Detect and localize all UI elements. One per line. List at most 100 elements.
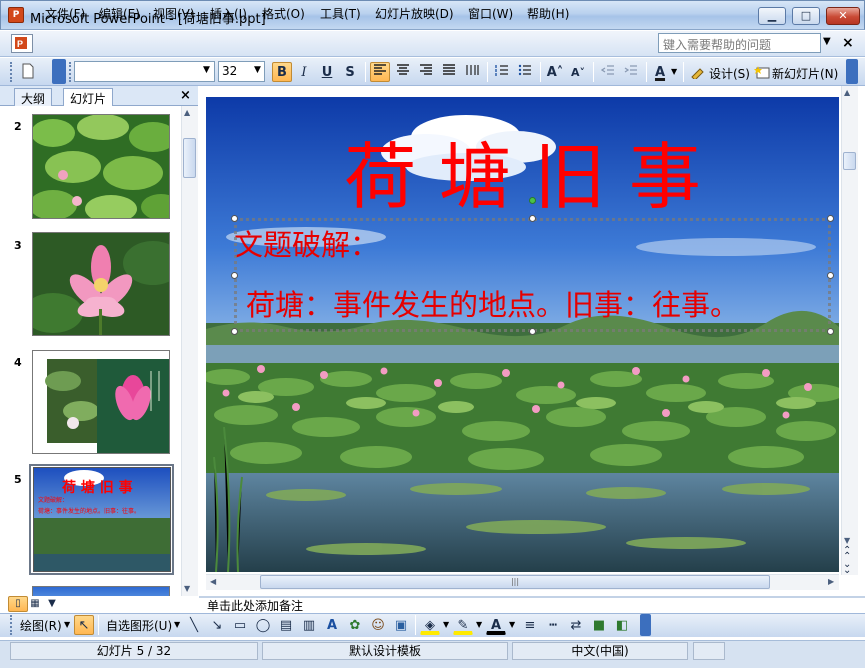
underline-button[interactable]: U <box>317 62 337 82</box>
decrease-indent-icon[interactable] <box>598 62 618 82</box>
menu-window[interactable]: 窗口(W) <box>468 5 513 22</box>
minimize-button[interactable]: ▁ <box>758 7 786 25</box>
status-language[interactable]: 中文(中国) <box>512 642 688 660</box>
current-slide[interactable]: 荷 塘 旧 事 文题破解： 荷塘：事件发生的地点。旧事：往事。 <box>206 97 839 572</box>
italic-button[interactable]: I <box>294 62 314 82</box>
chevron-down-icon[interactable]: ▼ <box>203 65 210 75</box>
picture-icon[interactable]: ▣ <box>391 615 411 635</box>
scroll-down-icon[interactable]: ▼ <box>184 584 190 593</box>
pane-scrollbar[interactable] <box>181 106 198 596</box>
chevron-down-icon[interactable]: ▼ <box>476 620 482 629</box>
select-pointer-icon[interactable]: ↖ <box>74 615 94 635</box>
toolbar-options-icon[interactable] <box>640 614 651 636</box>
menu-tools[interactable]: 工具(T) <box>320 5 361 22</box>
new-slide-button[interactable]: 新幻灯片(N) <box>772 65 838 82</box>
arrow-style-icon[interactable]: ⇄ <box>566 615 586 635</box>
document-icon[interactable]: P <box>11 34 33 53</box>
menu-insert[interactable]: 插入(I) <box>210 5 247 22</box>
scroll-right-icon[interactable]: ▶ <box>828 577 834 586</box>
oval-tool-icon[interactable]: ◯ <box>253 615 273 635</box>
scroll-up-icon[interactable]: ▲ <box>844 88 850 97</box>
close-pane-button[interactable]: × <box>180 88 191 103</box>
line-color-icon[interactable]: ✎ <box>453 615 473 635</box>
bulleted-list-icon[interactable] <box>515 62 535 82</box>
fill-color-icon[interactable]: ◈ <box>420 615 440 635</box>
resize-handle[interactable] <box>827 272 834 279</box>
align-right-icon[interactable] <box>416 62 436 82</box>
shadow-button[interactable]: S <box>340 62 360 82</box>
chevron-down-icon[interactable]: ▼ <box>174 620 180 629</box>
chevron-down-icon[interactable]: ▼ <box>443 620 449 629</box>
align-left-icon[interactable] <box>370 62 390 82</box>
font-color-draw-icon[interactable]: A <box>486 615 506 635</box>
status-template[interactable]: 默认设计模板 <box>262 642 508 660</box>
help-search-input[interactable]: 键入需要帮助的问题 <box>658 33 821 53</box>
font-color-button[interactable]: A <box>650 62 670 82</box>
shadow-style-icon[interactable]: ■ <box>589 615 609 635</box>
line-style-icon[interactable]: ≡ <box>520 615 540 635</box>
toolbar-grip[interactable] <box>69 62 72 82</box>
close-document-button[interactable]: × <box>842 35 854 51</box>
tab-slides[interactable]: 幻灯片 <box>63 88 114 106</box>
bold-button[interactable]: B <box>272 62 292 82</box>
resize-handle[interactable] <box>529 215 536 222</box>
notes-area[interactable]: 单击此处添加备注 <box>199 596 865 613</box>
arrow-tool-icon[interactable]: ↘ <box>207 615 227 635</box>
menu-format[interactable]: 格式(O) <box>262 5 305 22</box>
scroll-up-icon[interactable]: ▲ <box>184 108 190 117</box>
help-dropdown-arrow[interactable]: ▼ <box>823 36 831 47</box>
resize-handle[interactable] <box>231 272 238 279</box>
clipart-icon[interactable]: ☺ <box>368 615 388 635</box>
next-slide-icon[interactable]: ⌄ ⌄ <box>843 560 851 576</box>
menu-edit[interactable]: 编辑(E) <box>99 5 140 22</box>
rotate-handle[interactable] <box>529 197 536 204</box>
menu-help[interactable]: 帮助(H) <box>527 5 569 22</box>
align-center-icon[interactable] <box>393 62 413 82</box>
wordart-icon[interactable]: A <box>322 615 342 635</box>
vertical-textbox-icon[interactable]: ▥ <box>299 615 319 635</box>
line-tool-icon[interactable]: ╲ <box>184 615 204 635</box>
slide-thumbnail-2[interactable] <box>32 114 170 219</box>
numbered-list-icon[interactable] <box>492 62 512 82</box>
pane-scroll-thumb[interactable] <box>183 138 196 178</box>
menu-slideshow[interactable]: 幻灯片放映(D) <box>375 5 454 22</box>
resize-handle[interactable] <box>231 215 238 222</box>
resize-handle[interactable] <box>827 328 834 335</box>
toolbar-grip[interactable] <box>10 615 13 635</box>
maximize-button[interactable]: □ <box>792 7 820 25</box>
slide-thumbnail-3[interactable] <box>32 232 170 336</box>
scroll-down-icon[interactable]: ▼ <box>844 536 850 545</box>
tab-outline[interactable]: 大纲 <box>14 88 53 106</box>
distribute-icon[interactable] <box>462 62 482 82</box>
diagram-icon[interactable]: ✿ <box>345 615 365 635</box>
increase-indent-icon[interactable] <box>621 62 641 82</box>
increase-font-button[interactable]: A˄ <box>545 62 565 82</box>
toolbar-options-icon[interactable] <box>846 59 858 84</box>
justify-icon[interactable] <box>439 62 459 82</box>
scroll-left-icon[interactable]: ◀ <box>210 577 216 586</box>
decrease-font-button[interactable]: A˅ <box>568 62 588 82</box>
toolbar-grip[interactable] <box>10 62 13 82</box>
3d-style-icon[interactable]: ◧ <box>612 615 632 635</box>
autoshapes-button[interactable]: 自选图形(U) <box>106 617 172 634</box>
slideshow-view-icon[interactable]: ▼ <box>42 596 62 612</box>
toolbar-options-icon[interactable] <box>52 59 66 84</box>
menu-file[interactable]: 文件(F) <box>45 5 85 22</box>
font-name-box[interactable] <box>74 61 215 82</box>
slide-title[interactable]: 荷 塘 旧 事 <box>206 137 839 217</box>
close-window-button[interactable]: ✕ <box>826 7 860 25</box>
text-selection-box[interactable] <box>234 218 831 332</box>
resize-handle[interactable] <box>231 328 238 335</box>
powerpoint-app-icon[interactable]: P <box>8 7 24 23</box>
rectangle-tool-icon[interactable]: ▭ <box>230 615 250 635</box>
horizontal-scroll-thumb[interactable]: ||| <box>260 575 770 589</box>
slide-thumbnail-6[interactable] <box>32 586 170 596</box>
draw-menu-button[interactable]: 绘图(R) <box>20 617 62 634</box>
dash-style-icon[interactable]: ┅ <box>543 615 563 635</box>
textbox-tool-icon[interactable]: ▤ <box>276 615 296 635</box>
chevron-down-icon[interactable]: ▼ <box>671 67 677 76</box>
resize-handle[interactable] <box>529 328 536 335</box>
chevron-down-icon[interactable]: ▼ <box>64 620 70 629</box>
new-document-icon[interactable] <box>18 62 38 82</box>
chevron-down-icon[interactable]: ▼ <box>509 620 515 629</box>
